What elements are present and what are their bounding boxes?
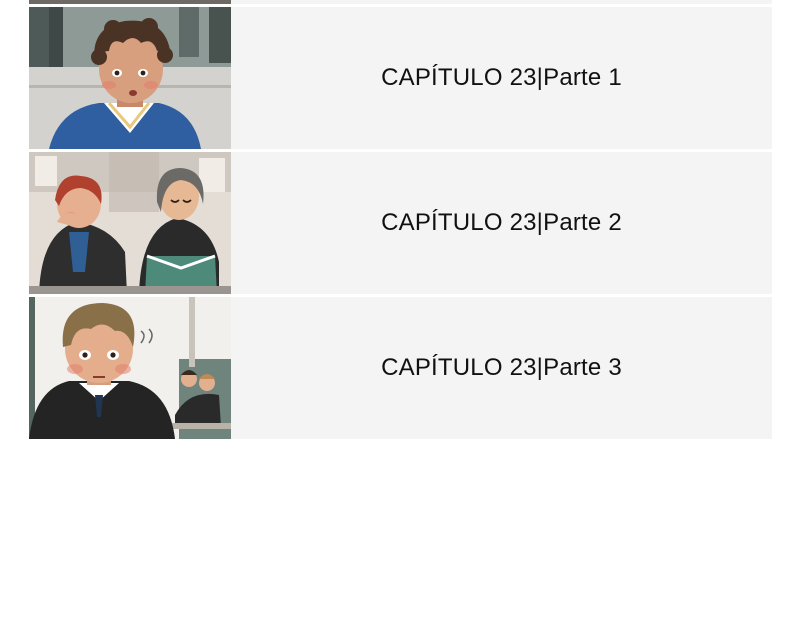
- chapter-list: CAPÍTULO 23|Parte 1 CAPÍTULO 23|Parte 2 …: [0, 0, 800, 637]
- chapter-row-previous-partial[interactable]: [29, 0, 772, 4]
- chapter-thumbnail-part-3: [29, 297, 231, 439]
- chapter-thumbnail-partial: [29, 0, 231, 4]
- chapter-title-part-1[interactable]: CAPÍTULO 23|Parte 1: [231, 7, 772, 149]
- chapter-title-part-2[interactable]: CAPÍTULO 23|Parte 2: [231, 152, 772, 294]
- chapter-row-part-2[interactable]: CAPÍTULO 23|Parte 2: [29, 152, 772, 294]
- chapter-thumbnail-part-2: [29, 152, 231, 294]
- chapter-thumbnail-part-1: [29, 7, 231, 149]
- chapter-row-part-1[interactable]: CAPÍTULO 23|Parte 1: [29, 7, 772, 149]
- chapter-row-part-3[interactable]: CAPÍTULO 23|Parte 3: [29, 297, 772, 439]
- chapter-title-part-3[interactable]: CAPÍTULO 23|Parte 3: [231, 297, 772, 439]
